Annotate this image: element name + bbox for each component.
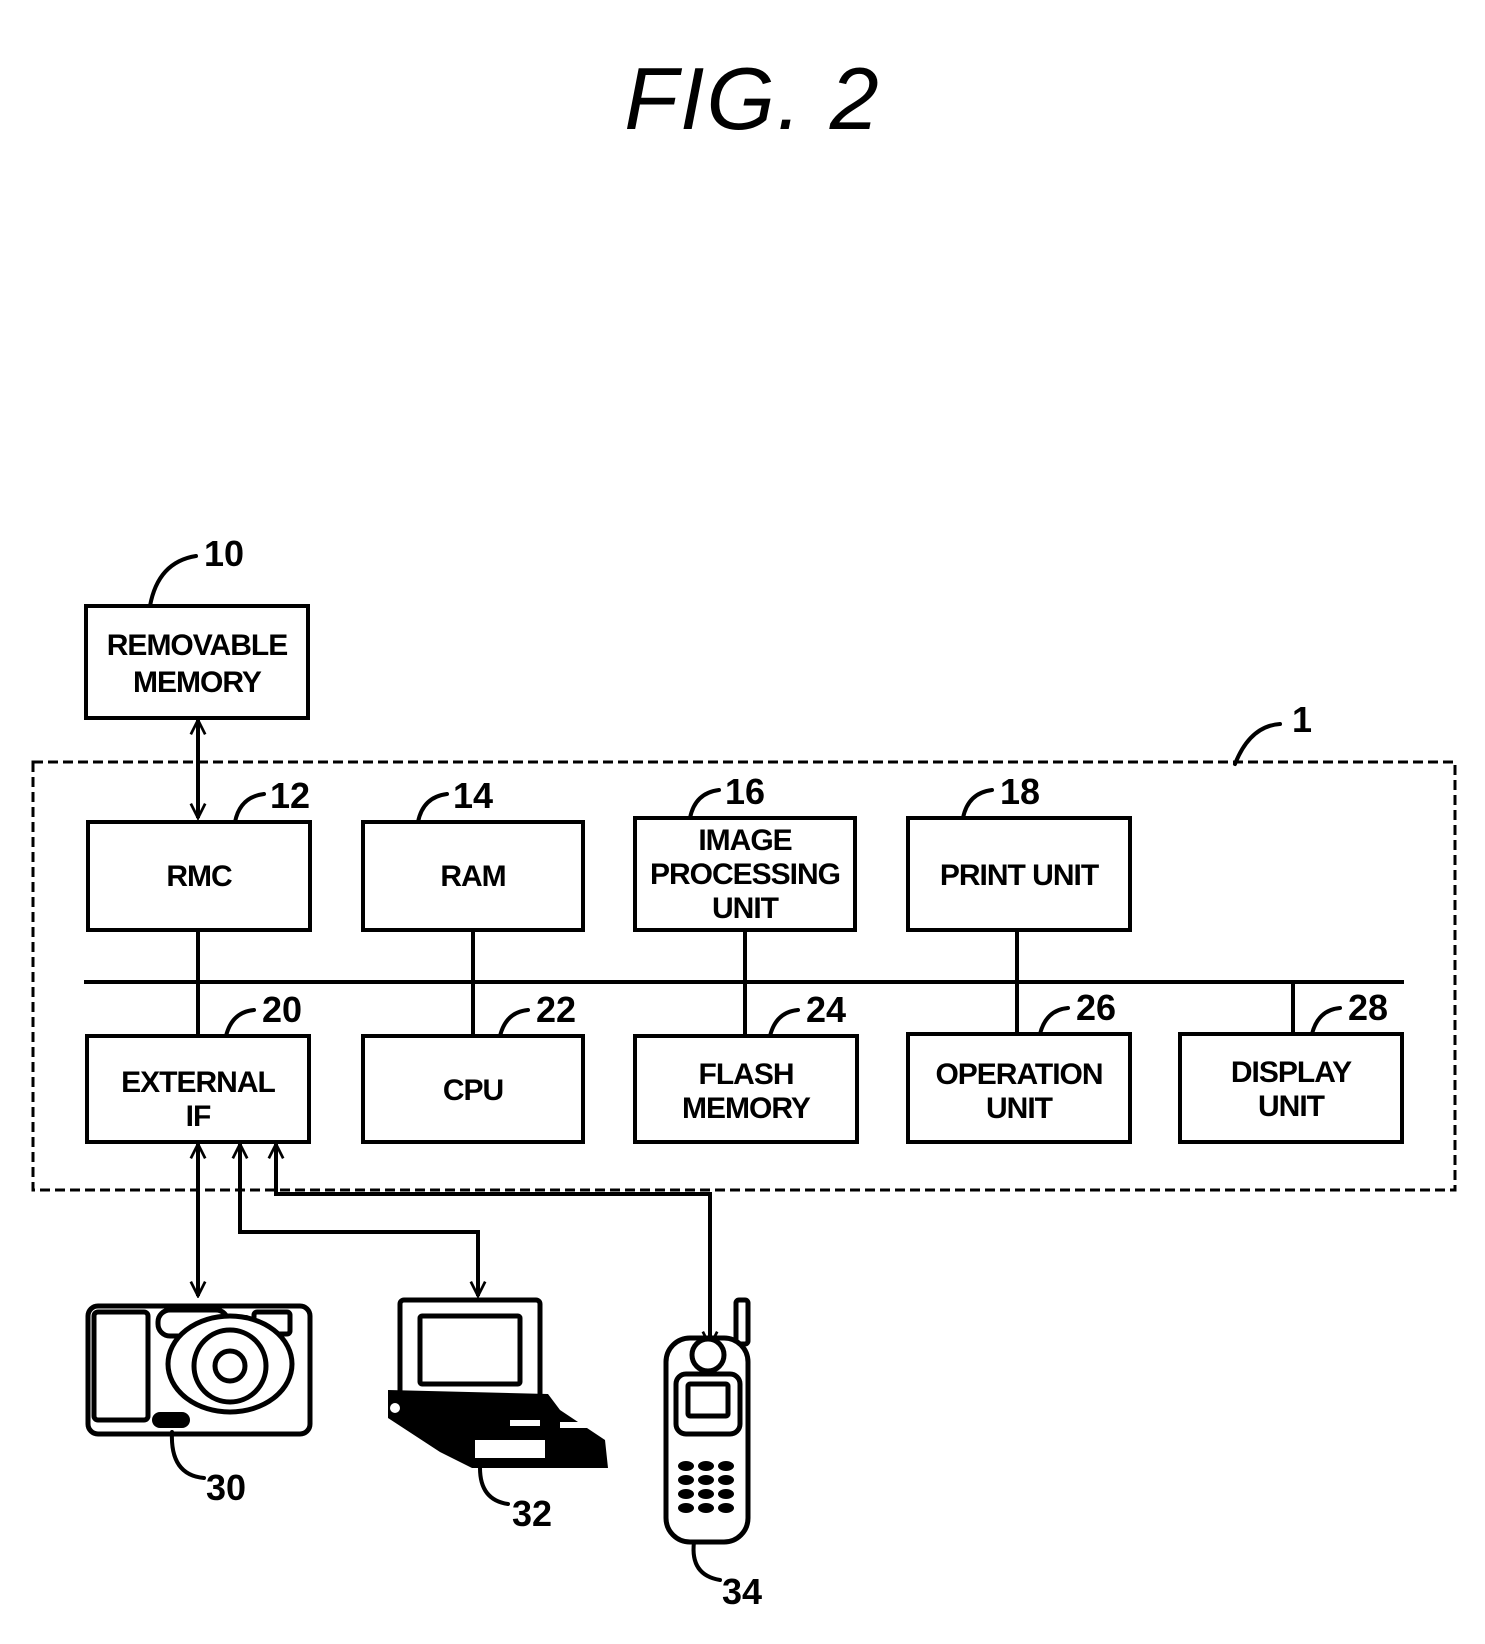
leader-22: [498, 1008, 530, 1038]
block-label-line: CPU: [443, 1074, 503, 1107]
camera-icon: [85, 1303, 313, 1437]
leader-16: [688, 788, 721, 820]
leader-34: [691, 1540, 722, 1582]
block-image-processing-unit: IMAGE PROCESSING UNIT 16: [633, 771, 857, 932]
block-label-line: UNIT: [986, 1092, 1053, 1125]
ref-1: 1: [1292, 699, 1312, 740]
block-label-line: DISPLAY: [1231, 1056, 1352, 1089]
leader-30: [169, 1430, 206, 1480]
ref-18: 18: [1000, 771, 1040, 812]
leader-26: [1038, 1006, 1070, 1036]
ref-32: 32: [512, 1493, 552, 1534]
block-label-line: RAM: [440, 860, 505, 893]
ref-28: 28: [1348, 987, 1388, 1028]
block-label-line: FLASH: [699, 1058, 794, 1091]
block-diagram: 1 REMOVABLE MEMORY 10 RMC 12 RAM 14 IMAG…: [31, 533, 1457, 1612]
block-removable-memory: REMOVABLE MEMORY 10: [84, 533, 310, 720]
ref-34: 34: [722, 1571, 762, 1612]
ref-24: 24: [806, 989, 846, 1030]
block-label-line: PRINT UNIT: [940, 859, 1099, 892]
block-label-line: MEMORY: [682, 1092, 811, 1125]
leader-28: [1310, 1006, 1342, 1036]
leader-20: [224, 1008, 256, 1038]
leader-1: [1233, 722, 1282, 766]
block-label-line: UNIT: [1258, 1090, 1325, 1123]
ref-26: 26: [1076, 987, 1116, 1028]
mobile-phone-icon: [663, 1297, 751, 1545]
leader-14: [416, 792, 449, 824]
block-print-unit: PRINT UNIT 18: [906, 771, 1132, 932]
block-label-line: UNIT: [712, 892, 779, 925]
block-label-line: EXTERNAL: [121, 1066, 275, 1099]
block-label-line: MEMORY: [133, 666, 262, 699]
ref-12: 12: [270, 775, 310, 816]
ref-16: 16: [725, 771, 765, 812]
laptop-icon: [388, 1297, 608, 1468]
leader-10: [148, 554, 198, 608]
block-label-line: IMAGE: [698, 824, 791, 857]
block-label-line: IF: [186, 1100, 211, 1133]
ref-10: 10: [204, 533, 244, 574]
ref-14: 14: [453, 775, 493, 816]
leader-12: [233, 792, 266, 824]
leader-24: [768, 1008, 800, 1038]
block-label-line: PROCESSING: [650, 858, 840, 891]
leader-18: [961, 788, 994, 820]
ref-22: 22: [536, 989, 576, 1030]
leader-32: [478, 1466, 510, 1506]
block-label-line: REMOVABLE: [107, 629, 287, 662]
ref-20: 20: [262, 989, 302, 1030]
ref-30: 30: [206, 1467, 246, 1508]
block-ram: RAM 14: [361, 775, 585, 932]
block-label-line: OPERATION: [935, 1058, 1102, 1091]
block-label-line: RMC: [166, 860, 232, 893]
